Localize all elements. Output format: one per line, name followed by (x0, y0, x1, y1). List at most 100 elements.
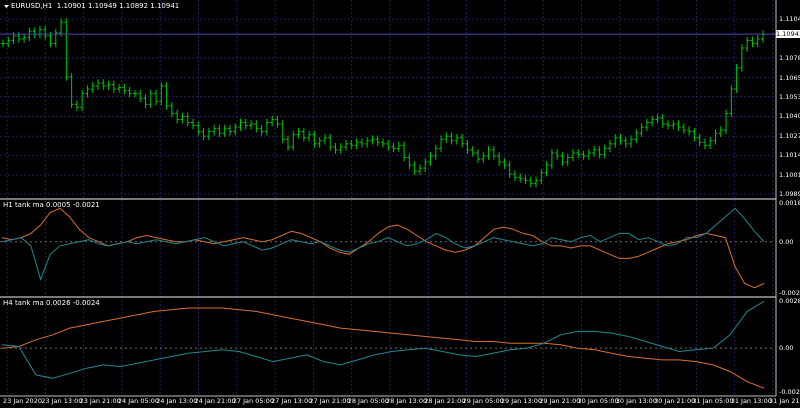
candle (106, 80, 111, 90)
candle (180, 112, 185, 124)
time-tick: 24 Jan 21:00 (194, 397, 236, 405)
candle (37, 25, 42, 39)
candle (428, 152, 433, 166)
candle (402, 141, 407, 162)
candle (734, 63, 739, 93)
candle (291, 130, 296, 151)
candle (644, 118, 649, 131)
candle (243, 118, 248, 130)
price-tick: 1.11040 (779, 15, 800, 24)
time-tick: 31 Jan 05:00 (692, 397, 734, 405)
candle (444, 132, 449, 144)
time-tick: 29 Jan 21:00 (539, 397, 581, 405)
time-tick: 29 Jan 05:00 (462, 397, 504, 405)
candle (639, 123, 644, 137)
candle (486, 146, 491, 160)
candle (117, 83, 122, 93)
fast-line (1, 207, 765, 289)
price-tick: 1.10530 (779, 92, 800, 101)
candle (718, 126, 723, 137)
candle (365, 136, 370, 148)
candle (755, 35, 760, 48)
candle (270, 115, 275, 127)
candle (169, 102, 174, 118)
time-tick: 23 Jan 13:00 (41, 397, 83, 405)
price-tick: 1.10145 (779, 151, 800, 160)
candle (333, 143, 338, 154)
candle (396, 141, 401, 153)
chart-grid (0, 0, 776, 396)
symbol-dropdown-icon[interactable] (4, 5, 9, 8)
price-tick: 1.09890 (779, 190, 800, 198)
candle (122, 83, 127, 95)
candle (1, 39, 5, 48)
candle (191, 118, 195, 130)
candle (618, 133, 623, 145)
candle (407, 153, 412, 169)
time-tick: 30 Jan 05:00 (577, 397, 619, 405)
price-candles[interactable] (1, 18, 765, 188)
candle (729, 85, 734, 118)
candle (375, 135, 380, 147)
candle (523, 174, 528, 185)
price-tick: 1.10785 (779, 53, 800, 62)
time-tick: 31 Jan 21:00 (769, 397, 800, 405)
main-chart-header: EURUSD,H1 1.10901 1.10949 1.10892 1.1094… (11, 2, 179, 11)
candle (90, 82, 95, 93)
candle (85, 85, 90, 98)
candle (666, 120, 670, 130)
candle (111, 80, 116, 93)
trading-chart[interactable] (0, 0, 800, 408)
candle (307, 130, 312, 142)
candle (175, 109, 180, 124)
candle (655, 114, 660, 124)
candle (549, 149, 554, 169)
time-tick: 24 Jan 13:00 (156, 397, 198, 405)
price-tick: 1.10270 (779, 132, 800, 141)
candle (687, 126, 692, 136)
candle (502, 158, 507, 169)
candle (74, 100, 79, 112)
candle (454, 133, 459, 145)
candle (650, 115, 655, 127)
panel-separators[interactable] (0, 0, 777, 397)
candle (497, 152, 502, 166)
time-tick: 28 Jan 21:00 (424, 397, 466, 405)
candle (555, 149, 560, 160)
indicator-zero-lines (0, 241, 776, 349)
candle (491, 146, 496, 160)
candle (53, 29, 58, 48)
time-tick: 31 Jan 13:00 (730, 397, 772, 405)
candle (560, 152, 565, 166)
candle (391, 143, 396, 153)
symbol-label: EURUSD,H1 (11, 2, 53, 10)
candle (607, 140, 612, 153)
candle (238, 118, 243, 131)
candle (671, 120, 676, 130)
candle (470, 146, 475, 157)
candle (101, 79, 106, 90)
time-tick: 27 Jan 13:00 (271, 397, 313, 405)
time-tick: 23 Jan 21:00 (79, 397, 121, 405)
h1-indicator-lines (1, 207, 765, 289)
candle (681, 123, 686, 134)
price-tick: 1.10015 (779, 170, 800, 179)
candle (344, 140, 349, 151)
time-tick: 27 Jan 21:00 (309, 397, 351, 405)
candle (296, 127, 301, 139)
h4-indicator-lines (1, 300, 765, 389)
candle (275, 115, 280, 128)
candle (381, 138, 385, 148)
candle (476, 149, 480, 163)
candle (212, 124, 217, 136)
candle (69, 73, 74, 109)
ohlc-values: 1.10901 1.10949 1.10892 1.10941 (56, 2, 180, 10)
candle (423, 158, 428, 172)
candle (322, 133, 327, 145)
candle (528, 176, 533, 188)
indicator-tick: 0.0028 (779, 297, 800, 305)
h4-indicator-title: H4 tank ma 0.0026 -0.0024 (3, 299, 100, 307)
candle (623, 136, 628, 148)
price-tick: 1.10655 (779, 73, 800, 82)
time-tick: 23 Jan 2020 (3, 397, 42, 405)
